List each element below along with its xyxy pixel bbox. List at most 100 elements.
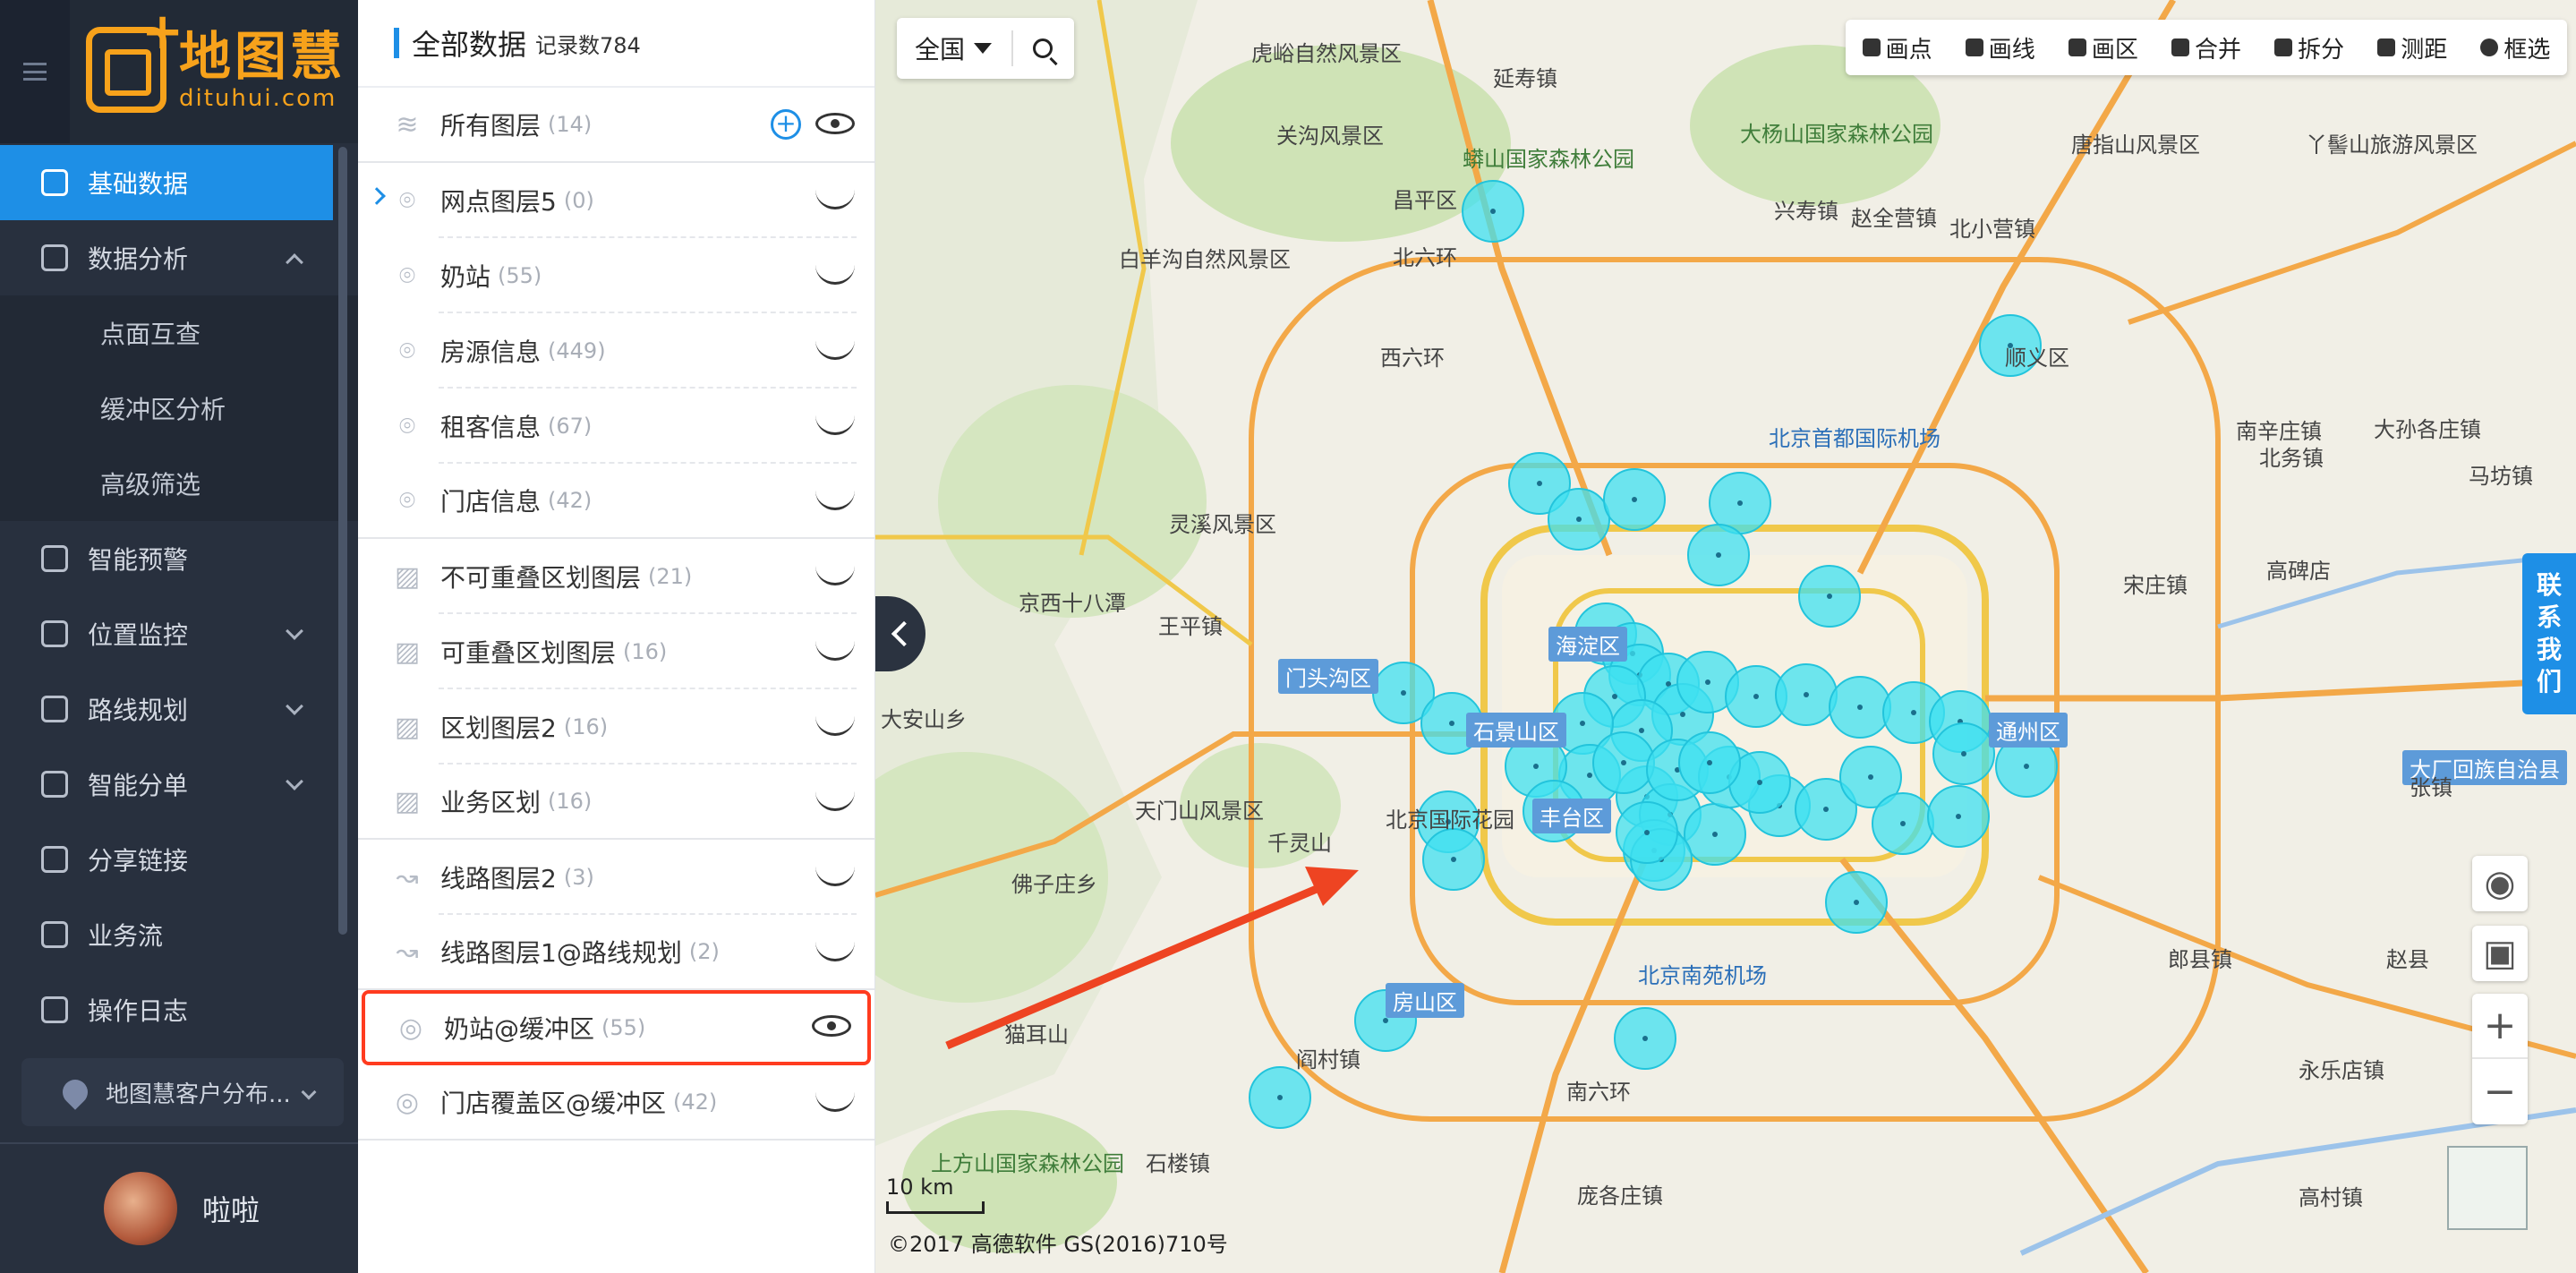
map-place-label: 丫髻山旅游风景区 [2306, 132, 2478, 158]
buffer-center-point [1911, 710, 1916, 715]
layer-row[interactable]: ▨ 可重叠区划图层 (16) [358, 614, 874, 689]
route-icon: ↝ [396, 861, 419, 893]
map-toolbar: 画点 画线 画区 合并 拆分 测距 框选 [1846, 20, 2567, 75]
visibility-toggle[interactable] [815, 188, 855, 209]
split-button[interactable]: 拆分 [2274, 31, 2344, 64]
layer-count: (42) [673, 1089, 718, 1115]
zoom-in-button[interactable]: + [2472, 994, 2528, 1059]
visibility-toggle[interactable] [815, 564, 855, 585]
region-search-box[interactable]: 全国 [897, 18, 1074, 79]
panel-header: 全部数据 记录数784 [358, 0, 874, 88]
layer-row[interactable]: ⌾ 租客信息 (67) [358, 389, 874, 464]
map-place-label: 通州区 [1989, 713, 2068, 748]
sidebar-item-workflow[interactable]: 业务流 [0, 897, 358, 972]
buffer-center-point [1537, 481, 1542, 486]
buffer-center-point [1823, 807, 1829, 812]
overview-map[interactable] [2447, 1146, 2528, 1230]
layer-name: 门店覆盖区@缓冲区 [440, 1089, 667, 1118]
map-place-label: 虎峪自然风景区 [1251, 41, 1402, 66]
layer-row[interactable]: ⌾ 奶站 (55) [358, 238, 874, 313]
visibility-toggle[interactable] [815, 714, 855, 736]
box-select-button[interactable]: 框选 [2480, 31, 2550, 64]
add-layer-button[interactable]: + [771, 109, 801, 140]
layer-row[interactable]: ⌾ 门店信息 (42) [358, 464, 874, 539]
layer-row[interactable]: ▨ 不可重叠区划图层 (21) [358, 539, 874, 614]
expand-chevron-icon[interactable] [368, 187, 386, 205]
sidebar-scrollbar[interactable] [338, 147, 347, 935]
layer-panel: 全部数据 记录数784 ≋ 所有图层 (14) + ⌾ 网点图层5 (0) ⌾ 奶站 (5… [358, 0, 875, 1273]
map-place-label: 大安山乡 [881, 707, 967, 732]
layer-name: 租客信息 [440, 413, 542, 442]
visibility-toggle[interactable] [815, 263, 855, 285]
buffer-center-point [1956, 814, 1961, 819]
contact-us-button[interactable]: 联 系 我 们 [2522, 553, 2576, 714]
chevron-down-icon [286, 697, 303, 715]
sidebar-item-share-link[interactable]: 分享链接 [0, 822, 358, 897]
layer-row[interactable]: ⌾ 网点图层5 (0) [358, 163, 874, 238]
polygon-icon [2068, 38, 2086, 56]
layer-count: (0) [563, 188, 594, 213]
visibility-toggle[interactable] [815, 414, 855, 435]
map-place-label: 北京首都国际机场 [1769, 426, 1941, 451]
layer-row[interactable]: ↝ 线路图层2 (3) [358, 840, 874, 915]
visibility-toggle[interactable] [815, 338, 855, 360]
region-icon: ▨ [394, 560, 421, 593]
layer-count: (16) [623, 639, 668, 664]
logo-url: dituhui.com [179, 85, 337, 112]
user-profile[interactable]: 啦啦 [0, 1142, 358, 1273]
avatar [104, 1172, 177, 1245]
visibility-toggle-all[interactable] [815, 113, 855, 134]
map-place-label: 高村镇 [2299, 1185, 2363, 1210]
layer-row[interactable]: ⌾ 房源信息 (449) [358, 313, 874, 389]
all-layers-row[interactable]: ≋ 所有图层 (14) + [358, 88, 874, 163]
chevron-down-icon [286, 773, 303, 790]
draw-area-button[interactable]: 画区 [2068, 31, 2138, 64]
measure-button[interactable]: 测距 [2377, 31, 2447, 64]
workspace-selector[interactable]: 地图慧客户分布... [21, 1058, 344, 1126]
sidebar-item-basic-data[interactable]: 基础数据 [0, 145, 333, 220]
layer-row[interactable]: ↝ 线路图层1@路线规划 (2) [358, 915, 874, 990]
sidebar-item-location-monitor[interactable]: 位置监控 [0, 596, 358, 671]
map-place-label: 唐指山风景区 [2071, 132, 2200, 158]
visibility-toggle[interactable] [812, 1015, 851, 1037]
database-icon [41, 169, 68, 196]
buffer-center-point [1804, 692, 1809, 697]
buffer-icon: ◎ [398, 1012, 423, 1044]
visibility-toggle[interactable] [815, 489, 855, 510]
sidebar-item-smart-alert[interactable]: 智能预警 [0, 521, 358, 596]
region-select[interactable]: 全国 [915, 30, 965, 66]
layer-row[interactable]: ◎ 奶站@缓冲区 (55) [362, 990, 871, 1065]
visibility-toggle[interactable] [815, 865, 855, 886]
share-icon [41, 846, 68, 873]
eye-icon: ◉ [2484, 863, 2516, 904]
layer-row[interactable]: ▨ 区划图层2 (16) [358, 689, 874, 765]
logo[interactable]: 地图慧 dituhui.com [86, 3, 345, 113]
visibility-button[interactable]: ◉ [2472, 856, 2528, 911]
visibility-toggle[interactable] [815, 790, 855, 811]
buffer-center-point [1576, 517, 1582, 522]
sidebar-item-route-planning[interactable]: 路线规划 [0, 671, 358, 747]
map-canvas[interactable]: 虎峪自然风景区 延寿镇 关沟风景区 蟒山国家森林公园 大杨山国家森林公园 白羊沟自然风景区… [875, 0, 2576, 1273]
search-icon[interactable] [1033, 38, 1053, 58]
visibility-toggle[interactable] [815, 639, 855, 661]
layer-row[interactable]: ◎ 门店覆盖区@缓冲区 (42) [358, 1065, 874, 1141]
zoom-out-button[interactable]: − [2472, 1059, 2528, 1124]
draw-line-button[interactable]: 画线 [1965, 31, 2035, 64]
layer-name: 不可重叠区划图层 [440, 563, 642, 593]
chevron-down-icon [286, 622, 303, 640]
buffer-center-point [1757, 780, 1762, 785]
sidebar-item-operation-log[interactable]: 操作日志 [0, 972, 358, 1047]
sidebar-subitem-advanced-filter[interactable]: 高级筛选 [0, 446, 358, 521]
visibility-toggle[interactable] [815, 940, 855, 961]
sidebar-item-smart-dispatch[interactable]: 智能分单 [0, 747, 358, 822]
sidebar-item-data-analysis[interactable]: 数据分析 [0, 220, 358, 295]
sidebar-subitem-buffer-analysis[interactable]: 缓冲区分析 [0, 371, 358, 446]
sidebar-subitem-point-area[interactable]: 点面互查 [0, 295, 358, 371]
layer-row[interactable]: ▨ 业务区划 (16) [358, 765, 874, 840]
menu-toggle-button[interactable] [0, 0, 70, 143]
save-button[interactable]: ▣ [2472, 926, 2528, 981]
merge-button[interactable]: 合并 [2171, 31, 2241, 64]
draw-point-button[interactable]: 画点 [1862, 31, 1932, 64]
scale-bar: 10 km [886, 1175, 985, 1214]
visibility-toggle[interactable] [815, 1090, 855, 1112]
